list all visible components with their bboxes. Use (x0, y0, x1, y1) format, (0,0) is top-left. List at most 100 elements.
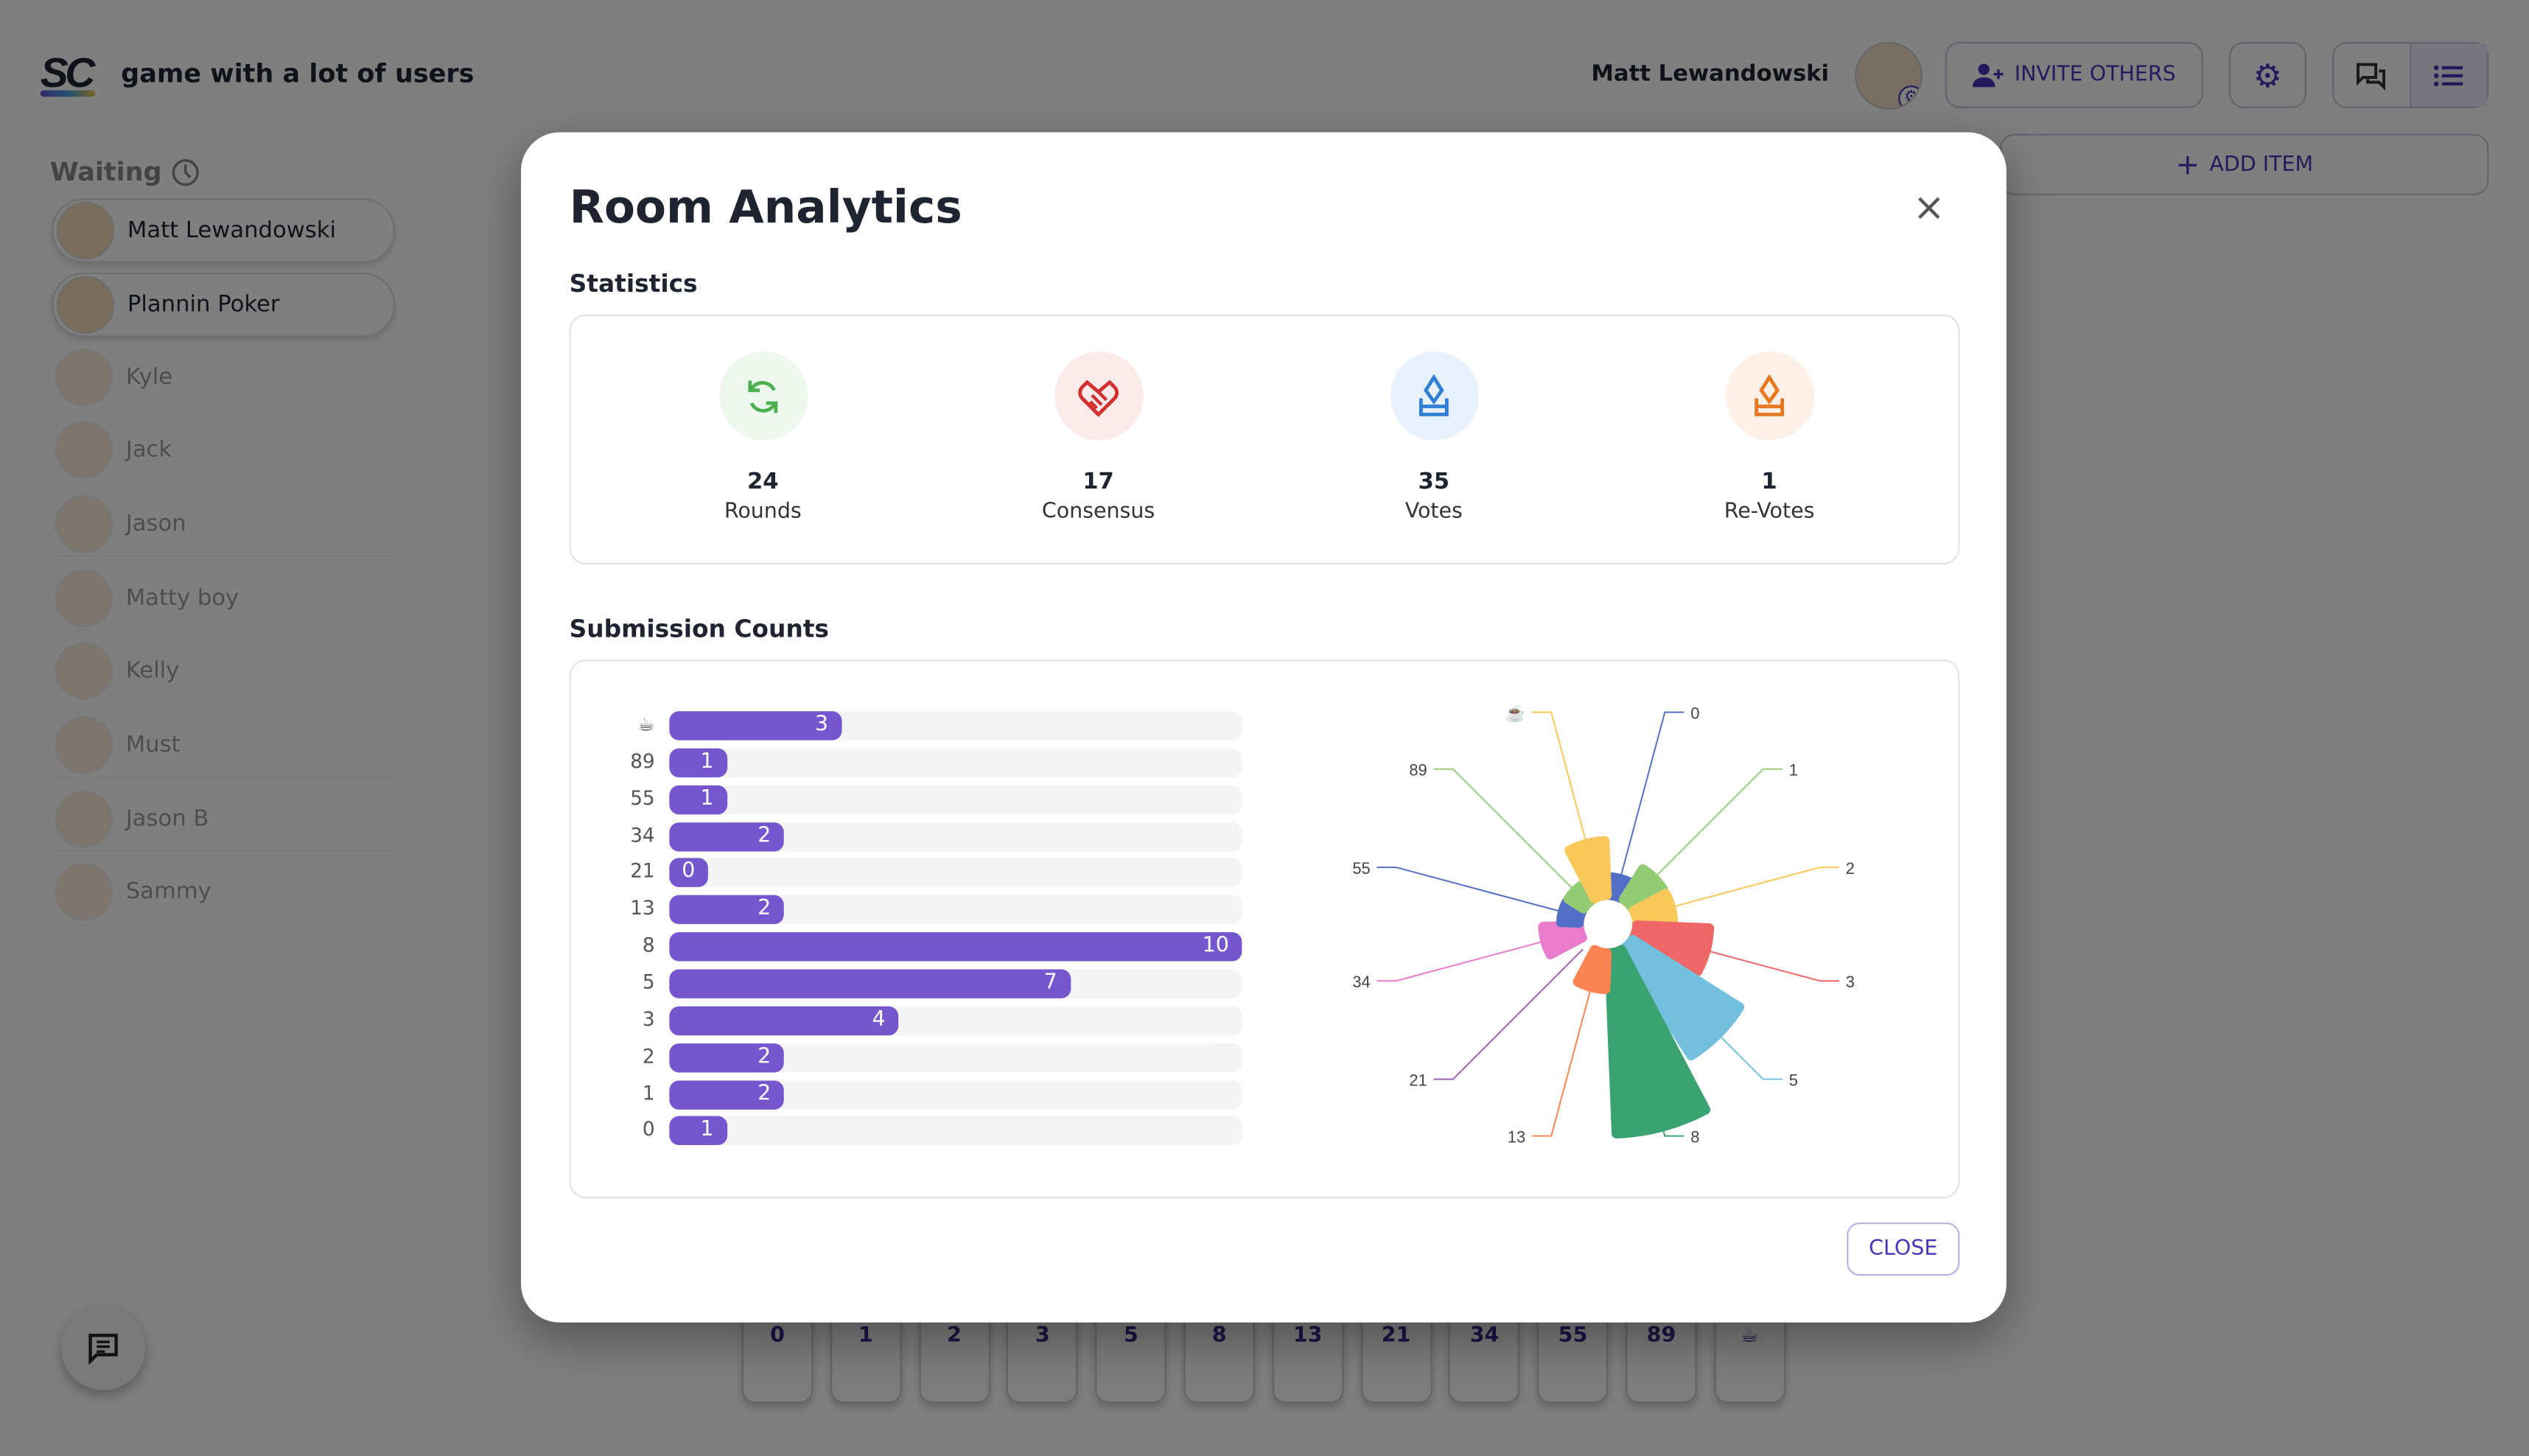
rose-chart: 0 1 2 3 5 8 13 21 34 55 89 ☕ (1352, 703, 1855, 1146)
bar-value-label: 2 (758, 1044, 772, 1069)
bar-category-label: 0 (642, 1118, 655, 1141)
bar-value-label: 1 (700, 1118, 714, 1143)
bar: 3 (669, 711, 842, 741)
rose-label: 0 (1690, 704, 1699, 722)
rose-leader-line (1433, 948, 1584, 1080)
bar-value-label: 4 (872, 1007, 886, 1032)
bar-row: 21 0 (619, 858, 1248, 888)
bar-track (669, 748, 1242, 777)
rose-label: 89 (1409, 760, 1427, 779)
bar: 2 (669, 1043, 784, 1072)
ballot-icon (1389, 351, 1479, 441)
stat-label: Re-Votes (1724, 500, 1815, 525)
rose-leader-line (1717, 1033, 1783, 1080)
bar-row: 8 10 (619, 932, 1248, 962)
bar-category-label: 3 (642, 1007, 655, 1031)
rose-leader-line (1705, 949, 1840, 982)
bar: 2 (669, 895, 784, 925)
stat-value: 1 (1761, 469, 1777, 495)
bar-row: 13 2 (619, 895, 1248, 925)
rose-label: 34 (1352, 973, 1370, 991)
bar-category-label: 89 (630, 749, 655, 773)
stat-value: 24 (746, 469, 779, 495)
bar-value-label: 0 (682, 860, 696, 885)
rose-label: 5 (1789, 1071, 1798, 1089)
stat-label: Rounds (724, 500, 802, 525)
close-button[interactable]: CLOSE (1847, 1222, 1960, 1276)
stat-rounds: 24 Rounds (634, 351, 892, 524)
bar-value-label: 1 (700, 749, 714, 774)
bar: 10 (669, 932, 1242, 962)
rose-label: 3 (1846, 973, 1855, 991)
rose-label: 55 (1352, 859, 1370, 878)
rose-leader-line (1671, 867, 1840, 909)
bar-row: 12 (619, 1079, 1248, 1109)
rose-label: 1 (1789, 760, 1798, 779)
bar-row: 89 1 (619, 748, 1248, 777)
modal-title: Room Analytics (569, 181, 962, 234)
bar: 2 (669, 822, 784, 851)
bar-value-label: 2 (758, 897, 772, 922)
bar: 1 (669, 785, 727, 814)
bar-category-label: 13 (630, 897, 655, 920)
bar: 2 (669, 1079, 784, 1109)
submission-counts-heading: Submission Counts (569, 614, 829, 644)
ballot-icon (1724, 351, 1814, 441)
bar: 0 (669, 858, 708, 888)
bar-category-label: 34 (630, 823, 655, 847)
bar-category-label: 21 (630, 860, 655, 883)
rose-sector (1573, 945, 1612, 995)
stat-consensus: 17 Consensus (969, 351, 1227, 524)
bar-track (669, 1116, 1242, 1146)
stat-votes: 35 Votes (1305, 351, 1563, 524)
bar-value-label: 3 (814, 713, 828, 738)
bar-value-label: 1 (700, 786, 714, 811)
rose-leader-line (1433, 768, 1575, 892)
bar-value-label: 2 (758, 823, 772, 848)
bar-track (669, 858, 1242, 888)
bar-category-label: 2 (642, 1044, 655, 1068)
statistics-heading: Statistics (569, 269, 698, 298)
bar: 1 (669, 748, 727, 777)
rose-sector (1538, 920, 1587, 959)
rose-leader-line (1377, 867, 1563, 913)
bar-row: ☕ 3 (619, 711, 1248, 741)
bar: 7 (669, 969, 1071, 998)
bar: 1 (669, 1116, 727, 1146)
bar-category-label: 1 (642, 1081, 655, 1105)
bar: 4 (669, 1006, 899, 1035)
stat-value: 17 (1082, 469, 1114, 495)
bar-row: 34 2 (619, 822, 1248, 851)
rose-label: ☕ (1505, 703, 1525, 722)
stat-label: Votes (1405, 500, 1463, 525)
bar-row: 57 (619, 969, 1248, 998)
rose-label: 8 (1690, 1127, 1699, 1146)
bar-row: 55 1 (619, 785, 1248, 814)
bar-category-label: 55 (630, 786, 655, 810)
rose-label: 13 (1508, 1127, 1525, 1146)
handshake-icon (1054, 351, 1143, 441)
bar-row: 34 (619, 1006, 1248, 1035)
room-analytics-modal: Room Analytics Statistics 24 Rounds 17 Cons… (520, 132, 2007, 1323)
bar-track (669, 785, 1242, 814)
rose-leader-line (1377, 940, 1546, 982)
statistics-panel: 24 Rounds 17 Consensus 35 Votes 1 Re-Votes (569, 314, 1960, 565)
stat-label: Consensus (1041, 500, 1155, 525)
submission-counts-panel: ☕ 3 89 1 55 1 34 2 21 0 13 2 8 10 5 7 3 4 2 2 1 2 0 1 0 1 2 3 5 8 13 2… (569, 659, 1960, 1199)
rose-leader-line (1619, 711, 1685, 879)
refresh-icon (718, 351, 808, 441)
close-icon[interactable] (1911, 190, 1947, 225)
rose-leader-line (1531, 987, 1592, 1137)
rose-label: 2 (1846, 859, 1855, 878)
bar-value-label: 10 (1202, 934, 1229, 959)
bar-row: 22 (619, 1043, 1248, 1072)
rose-leader-line (1654, 768, 1783, 879)
stat-value: 35 (1418, 469, 1450, 495)
stat-re-votes: 1 Re-Votes (1640, 351, 1898, 524)
bar-row: 01 (619, 1116, 1248, 1146)
bar-value-label: 7 (1043, 970, 1057, 995)
bar-value-label: 2 (758, 1081, 772, 1106)
rose-leader-line (1531, 711, 1587, 844)
bar-category-label: ☕ (637, 713, 655, 736)
app-root: SC game with a lot of users Matt Lewando… (0, 0, 2529, 1456)
